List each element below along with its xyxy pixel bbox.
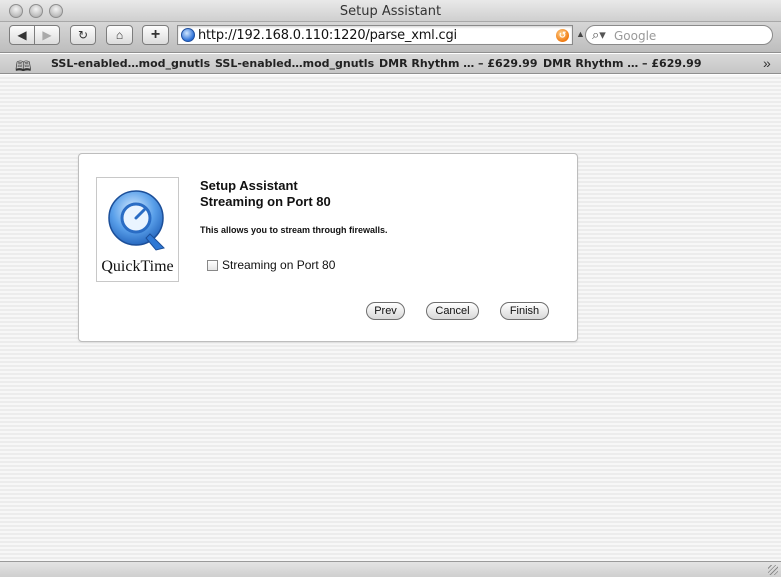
more-bookmarks-chevron-icon[interactable]: » [763, 55, 771, 71]
add-bookmark-button[interactable]: + [142, 25, 169, 45]
forward-button[interactable]: ▶ [34, 25, 60, 45]
dialog-title: Setup Assistant [200, 178, 298, 193]
plus-icon: + [150, 26, 161, 43]
bookmark-item[interactable]: DMR Rhythm … – £629.99 [379, 57, 538, 70]
page-content: QuickTime Setup Assistant Streaming on P… [0, 75, 781, 561]
reload-button[interactable]: ↻ [70, 25, 96, 45]
quicktime-q-icon [108, 190, 165, 251]
snapback-icon[interactable]: ↺ [556, 29, 569, 42]
search-placeholder: Google [614, 29, 657, 43]
address-bar[interactable]: http://192.168.0.110:1220/parse_xml.cgi … [177, 25, 573, 45]
home-button[interactable]: ⌂ [106, 25, 133, 45]
setup-dialog: QuickTime Setup Assistant Streaming on P… [78, 153, 578, 342]
browser-toolbar: ◀ ▶ ↻ ⌂ + http://192.168.0.110:1220/pars… [0, 22, 781, 53]
dialog-subtitle: Streaming on Port 80 [200, 194, 331, 209]
quicktime-logo: QuickTime [96, 177, 179, 282]
caret-up-icon: ▲ [576, 29, 585, 39]
search-field[interactable]: ⌕▾ Google [585, 25, 773, 45]
back-arrow-icon: ◀ [17, 28, 27, 42]
quicktime-logo-text: QuickTime [101, 258, 174, 275]
forward-arrow-icon: ▶ [42, 28, 52, 42]
bookmarks-bar: 🕮 SSL-enabled…mod_gnutls SSL-enabled…mod… [0, 54, 781, 74]
back-button[interactable]: ◀ [9, 25, 35, 45]
resize-grip-icon[interactable] [768, 565, 778, 575]
streaming-port80-option[interactable]: Streaming on Port 80 [207, 258, 335, 272]
window-titlebar: Setup Assistant [0, 0, 781, 22]
bookmark-item[interactable]: SSL-enabled…mod_gnutls [51, 57, 210, 70]
reload-icon: ↻ [77, 28, 89, 42]
address-url[interactable]: http://192.168.0.110:1220/parse_xml.cgi [198, 28, 457, 43]
bookmark-item[interactable]: SSL-enabled…mod_gnutls [215, 57, 374, 70]
cancel-button[interactable]: Cancel [426, 302, 479, 320]
streaming-port80-checkbox[interactable] [207, 259, 218, 271]
dialog-description: This allows you to stream through firewa… [200, 225, 388, 235]
globe-icon [181, 28, 195, 42]
status-bar [0, 561, 781, 577]
prev-button[interactable]: Prev [366, 302, 405, 320]
window-title: Setup Assistant [339, 4, 442, 19]
home-icon: ⌂ [115, 28, 124, 42]
bookmark-item[interactable]: DMR Rhythm … – £629.99 [543, 57, 702, 70]
streaming-port80-label[interactable]: Streaming on Port 80 [222, 258, 335, 272]
search-icon[interactable]: ⌕▾ [592, 27, 606, 43]
finish-button[interactable]: Finish [500, 302, 549, 320]
